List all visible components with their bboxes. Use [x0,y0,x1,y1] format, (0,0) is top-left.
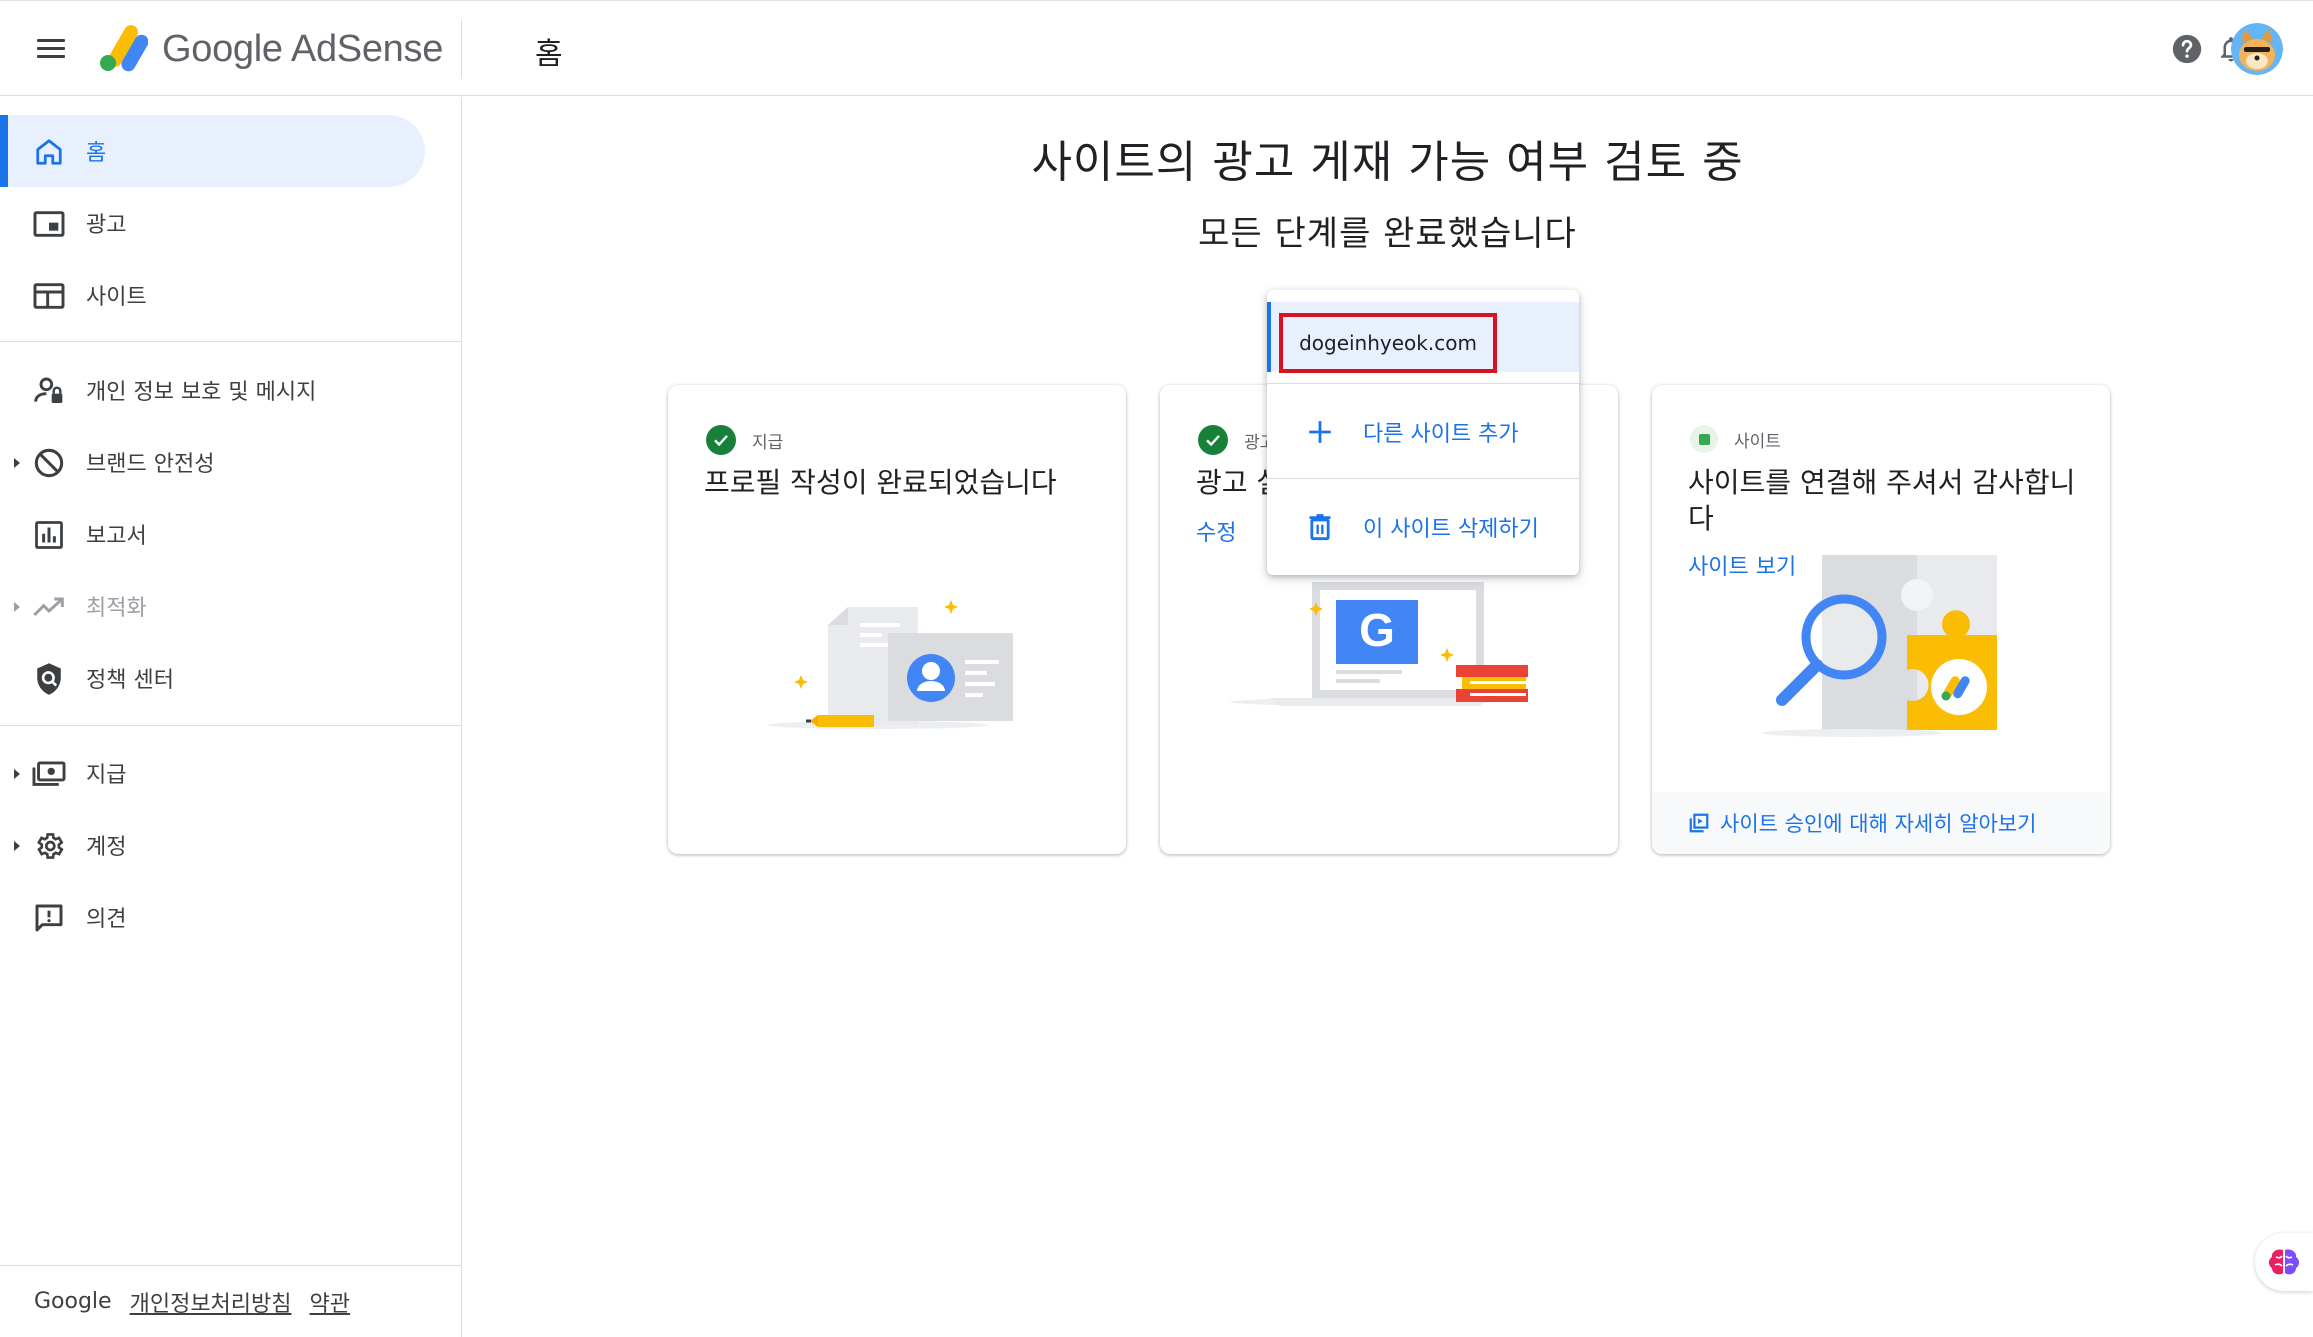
sidebar-item-label: 홈 [86,141,107,166]
home-icon [32,135,66,169]
sidebar-item-optimization[interactable]: 최적화 [0,570,425,642]
payments-icon [32,757,66,791]
sidebar-item-payments[interactable]: 지급 [0,737,425,809]
delete-site-option[interactable]: 이 사이트 삭제하기 [1267,492,1579,562]
trending-up-icon [32,590,66,624]
sidebar-item-label: 사이트 [86,285,147,310]
block-icon [32,446,66,480]
user-avatar[interactable] [2231,23,2283,75]
sidebar-item-account[interactable]: 계정 [0,809,425,881]
ads-icon [32,207,66,241]
sidebar-item-brand-safety[interactable]: 브랜드 안전성 [0,426,425,498]
card-status: 광고 [1198,425,1275,455]
check-circle-icon [1198,425,1228,455]
sidebar-nav: 홈 광고 사이트 개인 정보 보호 및 메시지 브랜드 안전성 보고서 최적화 … [0,97,462,1337]
assistant-brain-button[interactable] [2255,1233,2313,1291]
card-status-label: 사이트 [1734,431,1781,452]
bar-chart-icon [32,518,66,552]
site-selector-dropdown: dogeinhyeok.com 다른 사이트 추가 이 사이트 삭제하기 [1267,290,1579,575]
laptop-illustration: G [1230,580,1550,714]
adsense-logo[interactable]: Google AdSense [96,23,443,75]
card-title: 사이트를 연결해 주셔서 감사합니다 [1688,466,2076,535]
sidebar-item-label: 브랜드 안전성 [86,452,215,477]
top-app-bar: Google AdSense 홈 [0,0,2313,96]
external-link-icon [1689,813,1709,833]
step-card-site: 사이트 사이트를 연결해 주셔서 감사합니다 사이트 보기 사이트 승인에 대해… [1652,385,2110,854]
sidebar-item-label: 광고 [86,213,127,238]
step-card-payments: 지급 프로필 작성이 완료되었습니다 [668,385,1126,854]
privacy-policy-link[interactable]: 개인정보처리방침 [130,1286,292,1318]
sidebar-item-label: 보고서 [86,524,147,549]
selected-site-highlight: dogeinhyeok.com [1279,313,1497,373]
sidebar-item-reports[interactable]: 보고서 [0,498,425,570]
expand-caret-icon [14,841,20,851]
sidebar-divider [0,725,461,726]
profile-illustration [768,575,1018,739]
add-site-label: 다른 사이트 추가 [1363,422,1519,447]
brand-name: Google AdSense [162,27,444,70]
selected-site-label: dogeinhyeok.com [1299,331,1477,355]
adsense-logo-icon [100,25,148,72]
card-title: 프로필 작성이 완료되었습니다 [704,466,1057,499]
feedback-icon [32,901,66,935]
hamburger-menu-icon[interactable] [30,31,72,67]
learn-more-label: 사이트 승인에 대해 자세히 알아보기 [1720,812,2037,836]
dropdown-divider [1267,383,1579,384]
puzzle-illustration [1762,555,2022,759]
svg-text:G: G [1359,604,1395,656]
sidebar-divider [0,341,461,342]
sidebar-item-policy-center[interactable]: 정책 센터 [0,642,425,714]
edit-link[interactable]: 수정 [1196,515,1236,547]
pending-status-icon [1690,425,1718,453]
card-status-label: 지급 [752,432,784,453]
page-title: 홈 [535,37,563,72]
sidebar-item-privacy[interactable]: 개인 정보 보호 및 메시지 [0,354,425,426]
sidebar-item-label: 의견 [86,907,127,932]
help-circle-icon[interactable] [2165,27,2209,71]
sidebar-item-label: 정책 센터 [86,668,174,693]
sidebar-item-ads[interactable]: 광고 [0,187,425,259]
sidebar-item-feedback[interactable]: 의견 [0,881,425,953]
sites-icon [32,279,66,313]
expand-caret-icon [14,769,20,779]
sidebar-footer: Google 개인정보처리방침 약관 [0,1265,461,1337]
card-status: 지급 [706,425,783,455]
sidebar-item-label: 지급 [86,763,127,788]
dropdown-divider [1267,478,1579,479]
terms-link[interactable]: 약관 [310,1286,350,1318]
delete-site-label: 이 사이트 삭제하기 [1363,517,1539,542]
selected-site-option[interactable]: dogeinhyeok.com [1267,302,1579,373]
policy-shield-icon [32,662,66,696]
learn-more-link[interactable]: 사이트 승인에 대해 자세히 알아보기 [1652,792,2110,854]
trash-icon [1305,512,1335,542]
privacy-user-icon [32,374,66,408]
expand-caret-icon [14,602,20,612]
gear-icon [32,829,66,863]
footer-brand: Google [34,1289,112,1314]
topbar-divider [461,19,462,79]
sidebar-item-label: 개인 정보 보호 및 메시지 [86,380,317,405]
plus-icon [1305,417,1335,447]
card-status: 사이트 [1690,425,1781,453]
sidebar-item-home[interactable]: 홈 [0,115,425,187]
main-heading: 사이트의 광고 게재 가능 여부 검토 중 [1031,137,1744,188]
check-circle-icon [706,425,736,455]
expand-caret-icon [14,458,20,468]
sidebar-item-label: 계정 [86,835,127,860]
brain-icon [2269,1249,2299,1275]
sidebar-item-label: 최적화 [86,596,147,621]
sidebar-item-sites[interactable]: 사이트 [0,259,425,331]
main-subheading: 모든 단계를 완료했습니다 [1198,214,1577,254]
add-site-option[interactable]: 다른 사이트 추가 [1267,397,1579,467]
